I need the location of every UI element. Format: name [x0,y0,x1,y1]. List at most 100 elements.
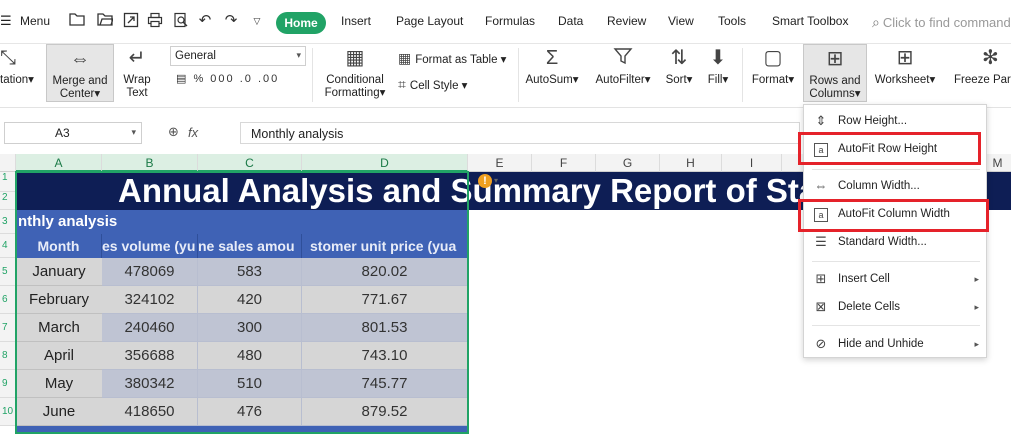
menu-item-insert-cell[interactable]: ⊞ Insert Cell ▸ [804,266,988,292]
menu-item-hide-unhide[interactable]: ⊘ Hide and Unhide ▸ [804,331,988,357]
column-header-a[interactable]: A [16,154,102,172]
chevron-down-icon[interactable]: ▾ [494,176,498,185]
menu-item-autofit-column-width[interactable]: a AutoFit Column Width [804,201,988,227]
unit-price-cell[interactable]: 879.52 [302,398,468,426]
fx-icon[interactable]: fx [188,125,198,140]
warning-icon[interactable]: ! [478,174,492,188]
sales-amount-cell[interactable]: 476 [198,398,302,426]
conditional-formatting-button[interactable]: ▦ Conditional Formatting▾ [320,46,390,100]
sales-volume-cell[interactable]: 418650 [102,398,198,426]
folder-icon[interactable] [68,12,86,30]
column-header-f[interactable]: F [532,154,596,172]
column-header-d[interactable]: D [302,154,468,172]
worksheet-button[interactable]: ⊞ Worksheet▾ [870,46,940,87]
orientation-button[interactable]: ⤡ tation▾ [0,46,42,87]
header-cell-sales-volume[interactable]: es volume (yu [102,234,198,258]
sales-volume-cell[interactable]: 478069 [102,258,198,286]
zoom-icon[interactable]: ⊕ [168,124,179,140]
month-cell[interactable]: February [16,286,102,314]
tab-review[interactable]: Review [607,14,646,28]
tab-insert[interactable]: Insert [341,14,371,28]
cell-style-button[interactable]: ⌗ Cell Style ▾ [398,76,467,93]
sales-volume-cell[interactable]: 324102 [102,286,198,314]
sales-volume-cell[interactable]: 356688 [102,342,198,370]
header-cell-unit-price[interactable]: stomer unit price (yua [302,234,468,258]
month-cell[interactable]: May [16,370,102,398]
sales-amount-cell[interactable]: 300 [198,314,302,342]
print-preview-icon[interactable] [172,12,190,30]
month-cell[interactable]: March [16,314,102,342]
sort-button[interactable]: ⇅ Sort▾ [662,46,696,87]
column-header-g[interactable]: G [596,154,660,172]
export-icon[interactable] [122,12,140,30]
name-box[interactable]: A3 ▾ [4,122,142,144]
print-icon[interactable] [146,12,164,30]
unit-price-cell[interactable]: 743.10 [302,342,468,370]
tab-page-layout[interactable]: Page Layout [396,14,463,28]
wrap-text-button[interactable]: ↵ Wrap Text [118,46,156,100]
row-header-2[interactable]: 2 [0,192,16,210]
rows-and-columns-button[interactable]: ⊞ Rows and Columns▾ [803,44,867,102]
format-as-table-button[interactable]: ▦ Format as Table ▾ [398,50,506,67]
row-header-1[interactable]: 1 [0,172,16,192]
report-title[interactable]: Annual Analysis and Summary Report of St… [118,172,828,210]
unit-price-cell[interactable]: 771.67 [302,286,468,314]
merge-center-button[interactable]: ⇔ Merge and Center▾ [46,44,114,102]
freeze-panes-button[interactable]: ✻ Freeze Par [954,46,1011,87]
tab-tools[interactable]: Tools [718,14,746,28]
subtitle-cell[interactable]: nthly analysis [16,210,468,234]
row-header-10[interactable]: 10 [0,398,16,426]
column-header-b[interactable]: B [102,154,198,172]
undo-icon[interactable]: ↶ [196,12,214,30]
row-header-4[interactable]: 4 [0,234,16,258]
month-cell[interactable]: January [16,258,102,286]
customize-dropdown-icon[interactable]: ▽ [248,12,266,30]
sales-amount-cell[interactable]: 420 [198,286,302,314]
sales-volume-cell[interactable]: 380342 [102,370,198,398]
menu-item-autofit-row-height[interactable]: a AutoFit Row Height [804,136,988,162]
column-header-h[interactable]: H [660,154,722,172]
open-file-icon[interactable] [96,12,114,30]
tab-formulas[interactable]: Formulas [485,14,535,28]
column-header-c[interactable]: C [198,154,302,172]
menu-item-delete-cells[interactable]: ⊠ Delete Cells ▸ [804,294,988,320]
unit-price-cell[interactable]: 820.02 [302,258,468,286]
row-header-9[interactable]: 9 [0,370,16,398]
menu-button[interactable]: ☰ Menu [0,13,50,29]
month-cell[interactable]: June [16,398,102,426]
autosum-button[interactable]: Σ AutoSum▾ [524,46,580,87]
row-header-5[interactable]: 5 [0,258,16,286]
fill-button[interactable]: ⬇ Fill▾ [702,46,734,87]
menu-item-standard-width[interactable]: ☰ Standard Width... [804,229,988,255]
number-format-select[interactable]: General ▾ [170,46,306,66]
sales-amount-cell[interactable]: 480 [198,342,302,370]
sales-amount-cell[interactable]: 510 [198,370,302,398]
autofilter-button[interactable]: AutoFilter▾ [592,46,654,87]
redo-icon[interactable]: ↷ [222,12,240,30]
row-header-7[interactable]: 7 [0,314,16,342]
menu-separator [812,169,980,170]
format-button[interactable]: ▢ Format▾ [748,46,798,87]
tab-data[interactable]: Data [558,14,583,28]
command-search[interactable]: ⌕ Click to find command [872,14,1011,31]
formula-input[interactable]: Monthly analysis [240,122,800,144]
header-cell-sales-amount[interactable]: ne sales amou [198,234,302,258]
menu-item-column-width[interactable]: ⇔ Column Width... [804,173,988,199]
unit-price-cell[interactable]: 801.53 [302,314,468,342]
tab-smart-toolbox[interactable]: Smart Toolbox [772,14,848,28]
menu-item-row-height[interactable]: ⇕ Row Height... [804,108,988,134]
row-header-6[interactable]: 6 [0,286,16,314]
sales-amount-cell[interactable]: 583 [198,258,302,286]
header-cell-month[interactable]: Month [16,234,102,258]
row-header-8[interactable]: 8 [0,342,16,370]
tab-home[interactable]: Home [276,12,326,34]
column-header-i[interactable]: I [722,154,782,172]
column-header-e[interactable]: E [468,154,532,172]
select-all-corner[interactable] [0,154,16,172]
unit-price-cell[interactable]: 745.77 [302,370,468,398]
sales-volume-cell[interactable]: 240460 [102,314,198,342]
row-header-3[interactable]: 3 [0,210,16,234]
number-format-tools[interactable]: ▤ % 000 .0 .00 [176,72,279,85]
month-cell[interactable]: April [16,342,102,370]
tab-view[interactable]: View [668,14,694,28]
